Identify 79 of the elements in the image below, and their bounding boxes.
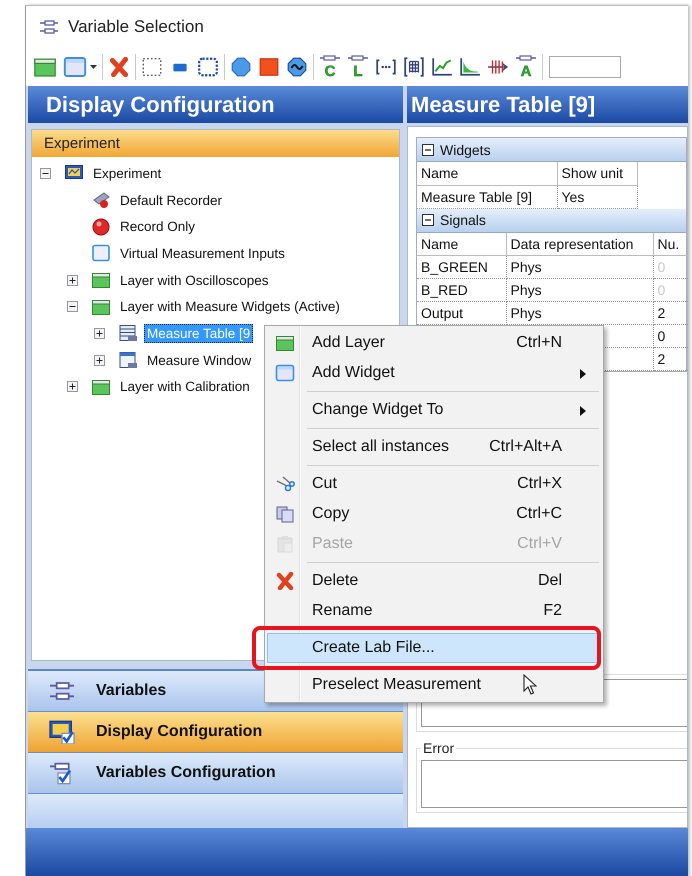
window-icon	[275, 364, 295, 382]
menu-item[interactable]: Add Widget	[267, 358, 601, 388]
line-chart-icon[interactable]	[431, 57, 453, 77]
section-header: Experiment	[32, 130, 399, 157]
grid-icon[interactable]	[403, 57, 425, 77]
table-cell: 0	[658, 328, 666, 344]
tree-item[interactable]: Record Only	[117, 217, 198, 236]
expand-icon[interactable]	[94, 328, 105, 339]
copy-icon	[275, 505, 295, 523]
tree-item[interactable]: Layer with Measure Widgets (Active)	[117, 297, 343, 316]
column-header: Nu.	[658, 236, 680, 252]
selection-icon[interactable]	[141, 57, 163, 77]
table-cell: Phys	[510, 282, 542, 298]
table-cell: Yes	[562, 188, 584, 204]
column-header: Name	[421, 165, 458, 182]
tree-item[interactable]: Measure Window	[144, 350, 254, 370]
recorder-icon	[91, 191, 111, 210]
octagon-icon[interactable]	[230, 57, 252, 77]
expand-icon[interactable]	[94, 354, 105, 366]
column-header: Show unit	[562, 165, 623, 182]
area-chart-icon[interactable]	[459, 57, 481, 77]
collapse-icon[interactable]	[422, 214, 434, 226]
scissors-icon	[275, 475, 295, 493]
collapse-icon[interactable]	[67, 301, 78, 312]
input-field[interactable]	[549, 56, 621, 78]
column-header: Data representation	[510, 236, 634, 252]
column-header: Name	[421, 236, 458, 252]
clipboard-icon	[275, 535, 295, 553]
delete-icon[interactable]	[108, 57, 130, 77]
table-cell: Output	[421, 305, 464, 321]
group-title: Widgets	[440, 142, 491, 158]
frame-icon[interactable]	[197, 57, 219, 77]
table-cell: Phys	[510, 305, 542, 321]
caret-icon[interactable]	[90, 65, 97, 69]
variables-icon	[48, 679, 76, 703]
wave-icon[interactable]	[286, 57, 308, 77]
window-icon	[91, 244, 111, 262]
cursor-icon	[523, 674, 537, 696]
menu-item[interactable]: Copy Ctrl+C	[267, 499, 601, 529]
table-cell: B_RED	[421, 282, 468, 298]
menu-item[interactable]: Change Widget To	[267, 395, 601, 425]
table-icon	[118, 324, 138, 342]
text-area[interactable]	[421, 760, 687, 808]
folder-icon[interactable]	[33, 56, 57, 78]
expand-icon[interactable]	[67, 274, 78, 286]
folder-icon	[275, 334, 295, 352]
square-icon[interactable]	[258, 57, 280, 77]
group-title: Signals	[440, 212, 486, 228]
menu-item[interactable]: Add Layer Ctrl+N	[267, 328, 601, 358]
table-cell: 2	[658, 351, 666, 367]
menu-item[interactable]: Delete Del	[267, 566, 601, 596]
table-cell: 2	[658, 305, 666, 321]
window-title: Variable Selection	[68, 17, 204, 37]
table-cell: B_GREEN	[421, 259, 488, 275]
tree-item[interactable]: Experiment	[90, 164, 164, 183]
bracket-icon[interactable]	[375, 57, 397, 77]
record-icon	[91, 218, 111, 236]
group-label: Error	[422, 740, 456, 756]
nav-button[interactable]: Display Configuration	[28, 712, 403, 753]
menu-item[interactable]: Rename F2	[267, 596, 601, 626]
menu-item[interactable]: Select all instances Ctrl+Alt+A	[267, 432, 601, 462]
expand-icon[interactable]	[67, 381, 78, 392]
tree-item[interactable]: Layer with Oscilloscopes	[117, 270, 272, 290]
tree-item[interactable]: Virtual Measurement Inputs	[117, 244, 288, 263]
panel-header: Display Configuration	[28, 86, 403, 123]
delete-icon	[275, 572, 295, 590]
table-cell: Phys	[510, 259, 542, 275]
tree-item[interactable]: Layer with Calibration	[117, 377, 253, 396]
tree-item[interactable]: Default Recorder	[117, 190, 226, 210]
collapse-icon[interactable]	[40, 168, 51, 179]
window-icon	[118, 351, 138, 370]
folder-icon	[91, 271, 111, 290]
variables-icon	[38, 18, 60, 36]
nav-button[interactable]: Variables Configuration	[28, 753, 403, 794]
table-cell: Measure Table [9]	[421, 188, 532, 204]
panel-header: Measure Table [9]	[407, 86, 688, 123]
monitor-icon	[48, 720, 76, 744]
collapse-icon[interactable]	[422, 144, 434, 156]
menu-item[interactable]: Cut Ctrl+X	[267, 469, 601, 499]
